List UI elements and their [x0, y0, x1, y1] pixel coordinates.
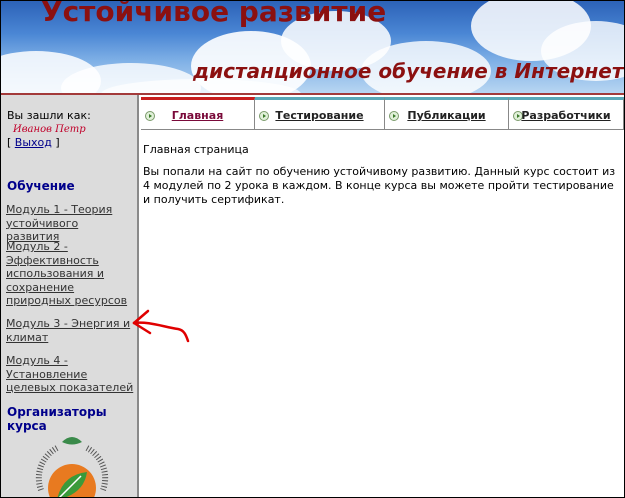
learning-heading: Обучение [7, 179, 75, 193]
logout-link[interactable]: Выход [15, 136, 52, 149]
sidebar: Вы зашли как: Иванов Петр [ Выход ] Обуч… [1, 95, 139, 497]
module-link-1[interactable]: Модуль 1 - Теория устойчивого развития [6, 203, 134, 244]
organizers-heading: Организаторы курса [7, 405, 107, 433]
nav-tabs: Главная Тестирование Публикации Разработ… [141, 97, 624, 132]
module-link-4[interactable]: Модуль 4 - Установление целевых показате… [6, 354, 134, 395]
logout-bracket-open: [ [7, 136, 15, 149]
tab-label: Главная [171, 109, 224, 122]
user-name: Иванов Петр [13, 124, 86, 135]
tab-label: Тестирование [275, 109, 364, 122]
organizer-logo [35, 437, 109, 497]
logout-bracket-close: ] [51, 136, 60, 149]
login-caption: Вы зашли как: [7, 109, 91, 122]
tab-label: Разработчики [521, 109, 611, 122]
tab-testing[interactable]: Тестирование [255, 97, 385, 130]
site-title: Устойчивое развитие [41, 1, 387, 28]
intro-text: Вы попали на сайт по обучению устойчивом… [143, 165, 616, 206]
tab-developers[interactable]: Разработчики [509, 97, 624, 130]
tab-publications[interactable]: Публикации [385, 97, 509, 130]
site-subtitle: дистанционное обучение в Интернет [193, 59, 624, 83]
tab-label: Публикации [407, 109, 486, 122]
page-heading: Главная страница [143, 143, 249, 156]
annotation-arrow-icon [132, 309, 190, 343]
logout-wrapper: [ Выход ] [7, 136, 60, 149]
header-banner: Устойчивое развитие дистанционное обучен… [1, 1, 624, 93]
module-link-3[interactable]: Модуль 3 - Энергия и климат [6, 317, 134, 344]
page-frame: Устойчивое развитие дистанционное обучен… [0, 0, 625, 498]
module-link-2[interactable]: Модуль 2 - Эффективность использования и… [6, 240, 134, 308]
tab-main[interactable]: Главная [141, 97, 255, 130]
